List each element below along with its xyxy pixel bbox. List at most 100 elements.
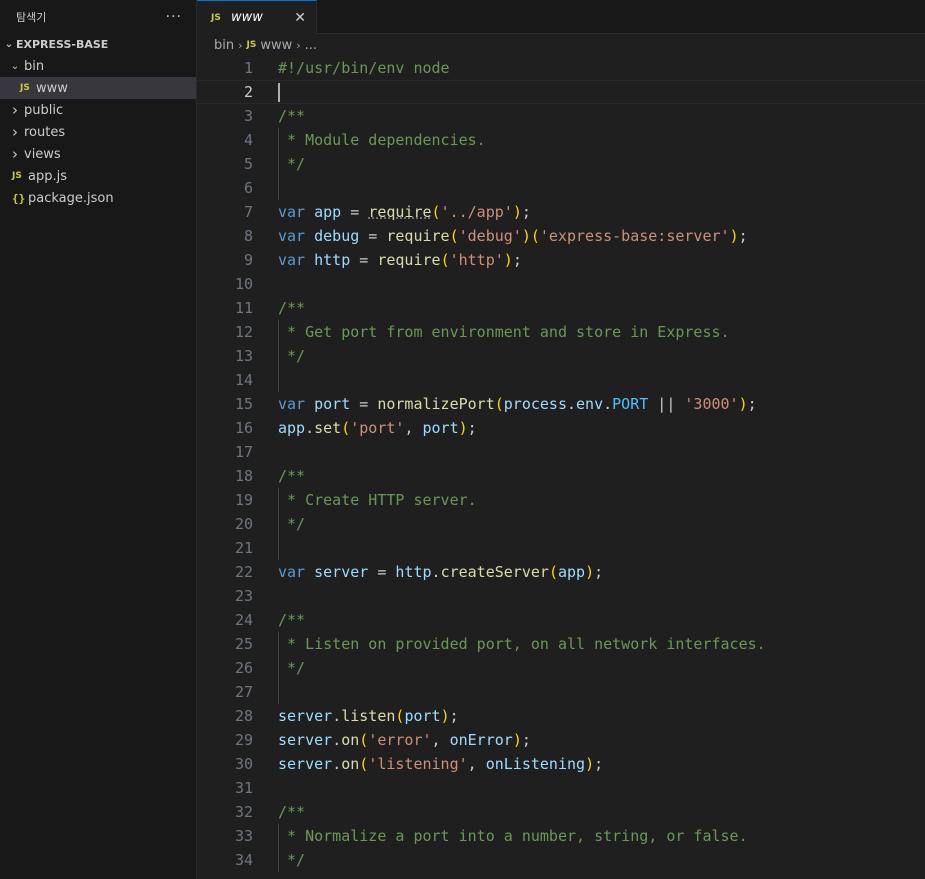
code-text: */: [278, 347, 306, 365]
code-line[interactable]: 24 /**: [197, 608, 925, 632]
code-line[interactable]: 26 */: [197, 656, 925, 680]
code-line[interactable]: 29 server.on('error', onError);: [197, 728, 925, 752]
line-number: 1: [243, 59, 253, 77]
tree-item-public[interactable]: › public: [0, 99, 196, 121]
line-number: 4: [243, 131, 253, 149]
indent-guide: [278, 320, 279, 392]
code-text: */: [278, 851, 306, 869]
code-text: server.on('error', onError);: [278, 731, 531, 749]
line-number: 34: [234, 851, 253, 869]
tree-item-label: www: [36, 80, 68, 96]
indent-guide: [278, 488, 279, 560]
line-number: 6: [243, 179, 253, 197]
code-line[interactable]: 15 var port = normalizePort(process.env.P…: [197, 392, 925, 416]
line-number: 22: [234, 563, 253, 581]
code-line[interactable]: 21: [197, 536, 925, 560]
code-line[interactable]: 28 server.listen(port);: [197, 704, 925, 728]
tree-item-label: package.json: [28, 190, 114, 206]
code-line[interactable]: 27: [197, 680, 925, 704]
code-line[interactable]: 34 */: [197, 848, 925, 872]
code-line[interactable]: 14: [197, 368, 925, 392]
line-number: 8: [243, 227, 253, 245]
code-text: * Create HTTP server.: [278, 491, 477, 509]
code-line[interactable]: 7 var app = require('../app');: [197, 200, 925, 224]
code-text: * Module dependencies.: [278, 131, 486, 149]
tree-item-views[interactable]: › views: [0, 143, 196, 165]
breadcrumb-item-www[interactable]: www: [260, 38, 292, 53]
tree-item-package-json[interactable]: {} package.json: [0, 187, 196, 209]
tab-www[interactable]: JS www ✕: [197, 0, 317, 34]
code-text: var http = require('http');: [278, 251, 522, 269]
line-number: 15: [234, 395, 253, 413]
line-number: 20: [234, 515, 253, 533]
code-line[interactable]: 16 app.set('port', port);: [197, 416, 925, 440]
tab-label: www: [231, 10, 263, 25]
code-line[interactable]: 13 */: [197, 344, 925, 368]
line-number: 21: [234, 539, 253, 557]
explorer-header: 탐색기 ···: [0, 0, 196, 33]
code-text: /**: [278, 299, 306, 317]
workspace-name: EXPRESS-BASE: [16, 37, 109, 51]
tree-item-label: bin: [24, 58, 45, 74]
code-line[interactable]: 31: [197, 776, 925, 800]
code-line[interactable]: 30 server.on('listening', onListening);: [197, 752, 925, 776]
indent-guide: [278, 824, 279, 872]
code-line[interactable]: 33 * Normalize a port into a number, str…: [197, 824, 925, 848]
js-file-icon: JS: [20, 83, 30, 93]
chevron-right-icon: ›: [238, 38, 243, 52]
line-number: 26: [234, 659, 253, 677]
code-line[interactable]: 6: [197, 176, 925, 200]
code-line[interactable]: 19 * Create HTTP server.: [197, 488, 925, 512]
text-cursor: [278, 83, 280, 102]
code-text: [278, 80, 280, 104]
indent-guide: [278, 632, 279, 704]
line-number: 17: [234, 443, 253, 461]
workspace-section-header[interactable]: ⌄ EXPRESS-BASE: [0, 33, 196, 55]
code-text: var app = require('../app');: [278, 203, 531, 221]
code-line[interactable]: 5 */: [197, 152, 925, 176]
code-text: var server = http.createServer(app);: [278, 563, 604, 581]
code-line[interactable]: 17: [197, 440, 925, 464]
code-editor[interactable]: 1 #!/usr/bin/env node 2 3/** 4 * Module depe…: [197, 56, 925, 872]
tree-item-label: routes: [24, 124, 66, 140]
line-number: 9: [243, 251, 253, 269]
more-actions-icon[interactable]: ···: [166, 9, 182, 25]
code-line[interactable]: 11 /**: [197, 296, 925, 320]
breadcrumb-item-more[interactable]: ...: [305, 38, 317, 53]
chevron-down-icon: ⌄: [10, 60, 20, 72]
tree-item-routes[interactable]: › routes: [0, 121, 196, 143]
tree-item-bin[interactable]: ⌄ bin: [0, 55, 196, 77]
code-line[interactable]: 18 /**: [197, 464, 925, 488]
code-line[interactable]: 9 var http = require('http');: [197, 248, 925, 272]
code-line[interactable]: 25 * Listen on provided port, on all net…: [197, 632, 925, 656]
line-number: 14: [234, 371, 253, 389]
code-line[interactable]: 20 */: [197, 512, 925, 536]
code-line[interactable]: 23: [197, 584, 925, 608]
breadcrumb-item-bin[interactable]: bin: [214, 38, 234, 53]
code-line[interactable]: 1 #!/usr/bin/env node: [197, 56, 925, 80]
code-line[interactable]: 8 var debug = require('debug')('express-b…: [197, 224, 925, 248]
line-number: 5: [243, 155, 253, 173]
breadcrumb: bin › JS www › ...: [197, 34, 925, 56]
code-text: var debug = require('debug')('express-ba…: [278, 227, 748, 245]
tree-item-app-js[interactable]: JS app.js: [0, 165, 196, 187]
file-tree: ⌄ bin JS www › public › routes › views JS app.js{} p…: [0, 55, 196, 209]
chevron-down-icon: ⌄: [4, 38, 14, 50]
code-line[interactable]: 22 var server = http.createServer(app);: [197, 560, 925, 584]
line-number: 27: [234, 683, 253, 701]
code-line[interactable]: 10: [197, 272, 925, 296]
close-icon[interactable]: ✕: [294, 10, 306, 26]
code-text: * Normalize a port into a number, string…: [278, 827, 748, 845]
line-number: 16: [234, 419, 253, 437]
code-line[interactable]: 4 * Module dependencies.: [197, 128, 925, 152]
code-text: /**: [278, 467, 306, 485]
code-line[interactable]: 12 * Get port from environment and store…: [197, 320, 925, 344]
line-number: 11: [234, 299, 253, 317]
chevron-right-icon: ›: [12, 145, 18, 163]
tree-item-www[interactable]: JS www: [0, 77, 196, 99]
code-line[interactable]: 32 /**: [197, 800, 925, 824]
code-line[interactable]: 2: [197, 80, 925, 104]
explorer-title: 탐색기: [16, 10, 47, 24]
code-line[interactable]: 3 /**: [197, 104, 925, 128]
chevron-right-icon: ›: [12, 101, 18, 119]
